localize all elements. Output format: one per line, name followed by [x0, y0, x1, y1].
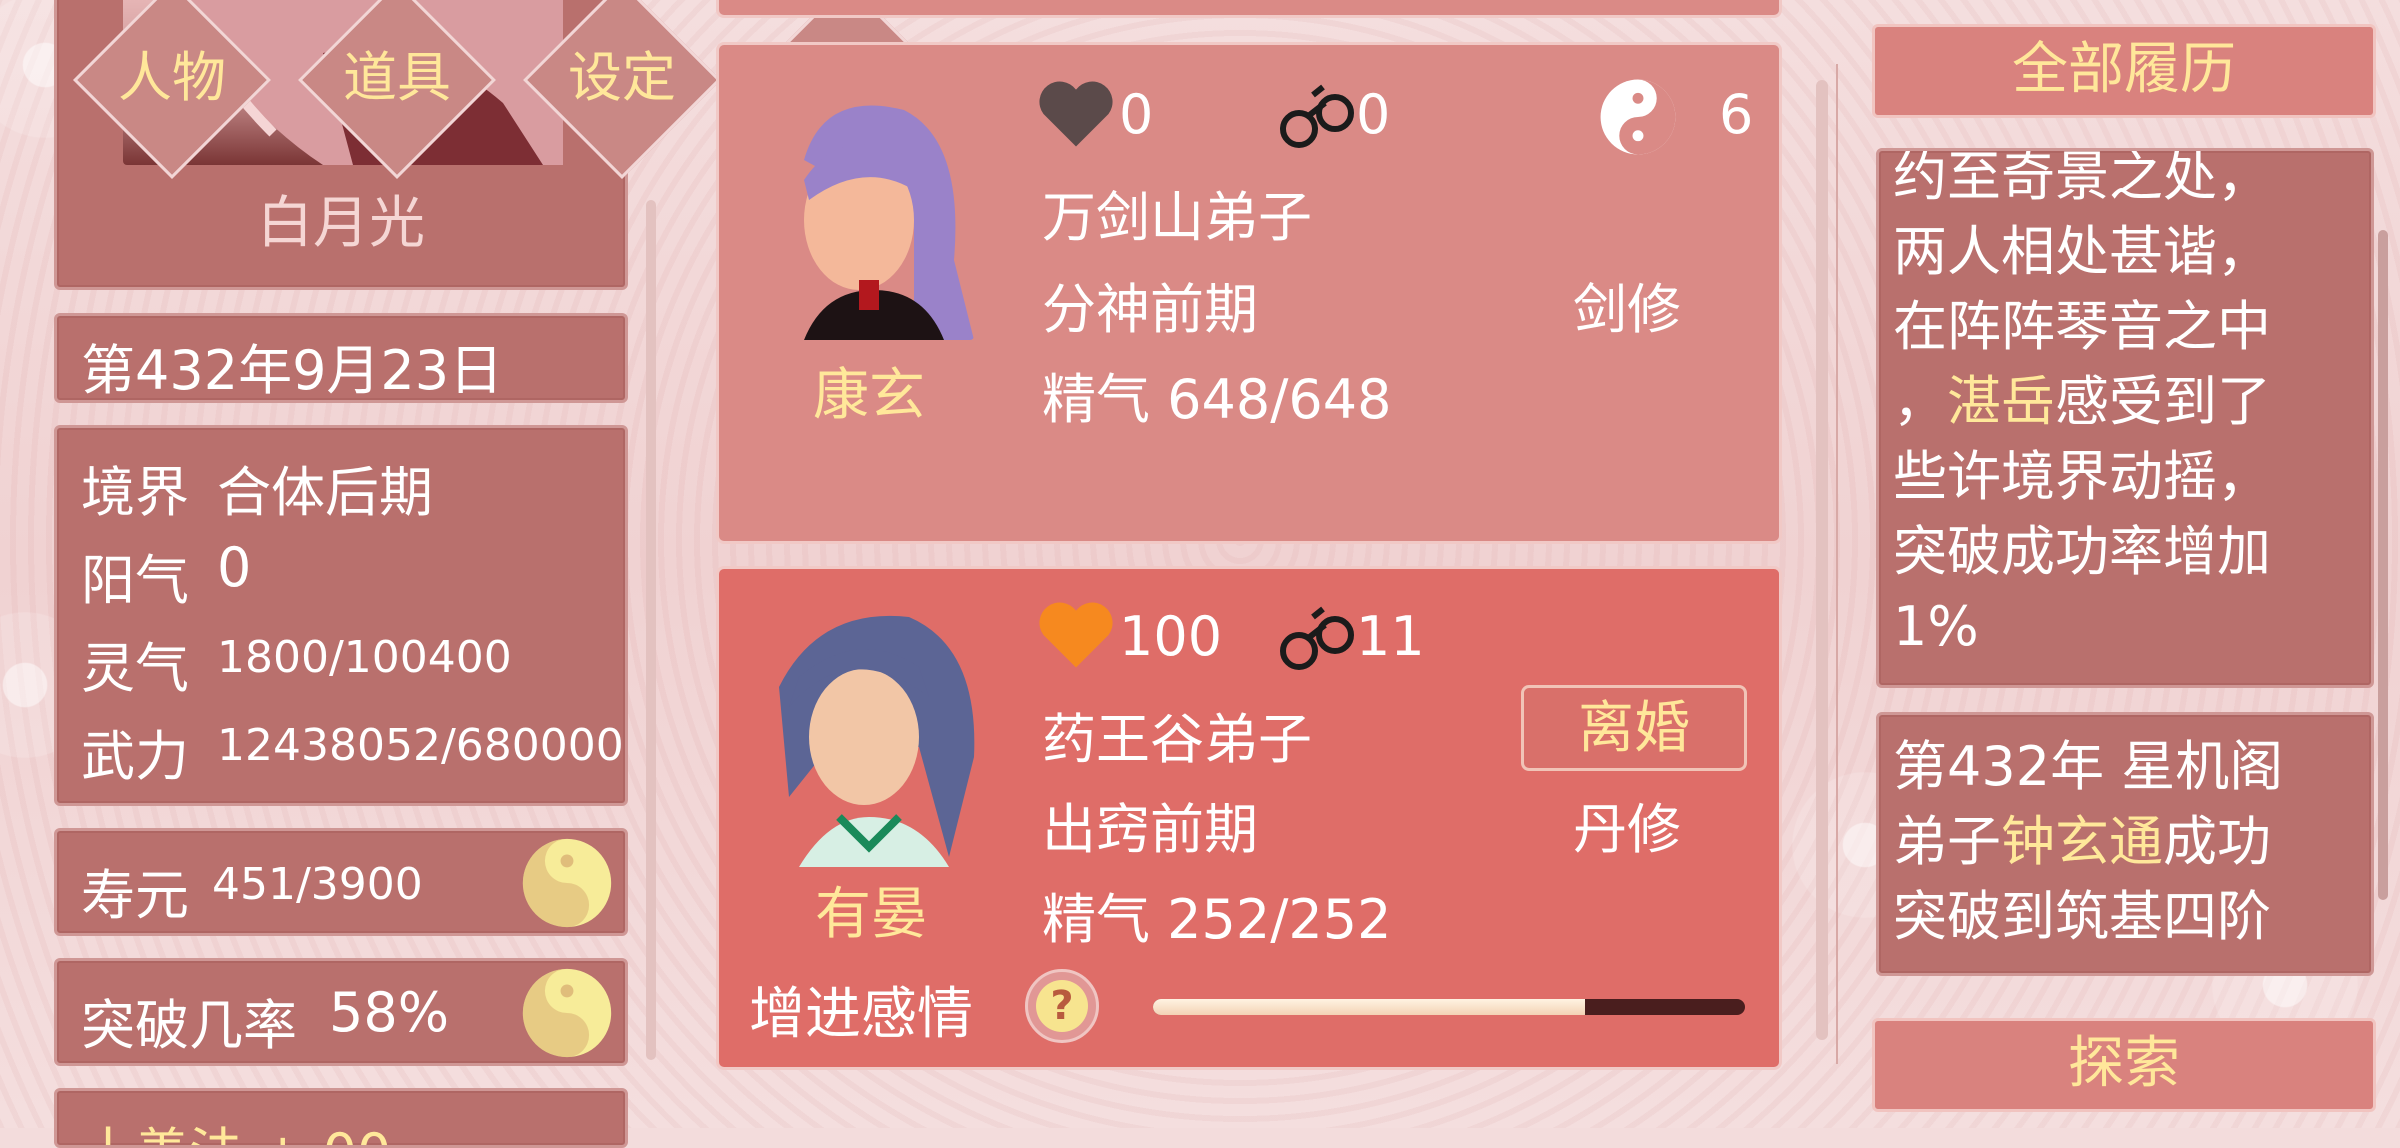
history-line: 在阵阵琴音之中	[1893, 289, 2271, 364]
qi-label: 灵气	[81, 637, 189, 700]
game-date: 第432年9月23日	[81, 339, 504, 402]
heart-icon	[1039, 81, 1113, 147]
bond-value: 11	[1356, 605, 1425, 668]
stats-panel: 境界 合体后期 阳气 0 灵气 1800/100400 武力 12438052/…	[54, 425, 628, 806]
companion-portrait	[759, 597, 984, 867]
handcuffs-icon	[1280, 84, 1354, 148]
companion-name: 有晏	[815, 882, 927, 947]
question-icon: ?	[1036, 980, 1088, 1032]
history-text: 约至奇景之处，	[1893, 148, 2271, 208]
realm-label: 境界	[81, 461, 189, 524]
yin-yang-icon[interactable]	[521, 967, 613, 1059]
history-entry: 约至奇景之处， 两人相处甚谐， 在阵阵琴音之中 ，湛岳感受到了 些许境界动摇， 突破成功率…	[1876, 148, 2374, 688]
help-button[interactable]: ?	[1025, 969, 1099, 1043]
breakthrough-label: 突破几率	[81, 994, 297, 1057]
history-line: 两人相处甚谐，	[1893, 214, 2271, 289]
player-name: 白月光	[257, 191, 425, 256]
yin-yang-value: 6	[1719, 83, 1754, 146]
history-text: 1%	[1893, 595, 1979, 658]
history-text: 些许境界动摇，	[1893, 445, 2271, 508]
yang-value: 0	[217, 536, 252, 599]
explore-button[interactable]: 探索	[1872, 1018, 2376, 1112]
history-entry: 第432年 星机阁 弟子钟玄通成功 突破到筑基四阶	[1876, 712, 2374, 976]
lifespan-label: 寿元	[81, 864, 189, 927]
qi-value: 1800/100400	[217, 632, 512, 683]
companion-vitality: 精气 252/252	[1042, 888, 1392, 951]
affection-value: 100	[1119, 605, 1223, 668]
history-text: 第432年 星机阁	[1893, 735, 2284, 798]
history-line: 突破到筑基四阶	[1893, 879, 2283, 954]
yin-yang-icon	[1600, 79, 1676, 155]
companion-class: 剑修	[1573, 278, 1681, 341]
yang-label: 阳气	[81, 549, 189, 612]
history-line: 约至奇景之处，	[1893, 148, 2271, 214]
power-value: 12438052/680000	[217, 720, 624, 771]
middle-scrollbar[interactable]	[1816, 80, 1828, 1040]
history-line: 1%	[1893, 589, 2271, 664]
breakthrough-panel[interactable]: 突破几率 58%	[54, 958, 628, 1066]
history-line: ，湛岳感受到了	[1893, 364, 2271, 439]
bond-value: 0	[1356, 83, 1391, 146]
affection-value: 0	[1119, 83, 1154, 146]
companion-card[interactable]: 有晏 100 11 离婚 药王谷弟子 出窍前期 丹修 精气 252/252 增进…	[716, 566, 1782, 1070]
companion-card[interactable]: 康玄 0 0 6 万剑山弟子 分神前期 剑修 精气 648/648	[716, 42, 1782, 544]
history-line: 弟子钟玄通成功	[1893, 804, 2283, 879]
companion-sect: 药王谷弟子	[1042, 708, 1312, 771]
companion-portrait	[764, 100, 974, 340]
history-text: 突破成功率增加	[1893, 520, 2271, 583]
history-text: 两人相处甚谐，	[1893, 220, 2271, 283]
realm-value: 合体后期	[217, 461, 433, 524]
progress-fill	[1153, 999, 1586, 1015]
nav-label: 设定	[568, 46, 676, 109]
power-label: 武力	[81, 725, 189, 788]
history-line: 第432年 星机阁	[1893, 729, 2283, 804]
breakthrough-value: 58%	[329, 981, 450, 1044]
history-text: 弟子	[1893, 810, 2001, 873]
card-partial-top	[716, 0, 1782, 18]
all-history-button[interactable]: 全部履历	[1872, 24, 2376, 118]
history-line: 些许境界动摇，	[1893, 439, 2271, 514]
lifespan-value: 451/3900	[212, 859, 423, 910]
companion-sect: 万剑山弟子	[1042, 186, 1312, 249]
affection-progress-bar[interactable]	[1153, 999, 1745, 1015]
history-text: 感受到了	[2055, 370, 2271, 433]
left-scrollbar[interactable]	[646, 200, 656, 1060]
divider	[1836, 64, 1838, 1064]
companion-class: 丹修	[1573, 798, 1681, 861]
improve-affection-label: 增进感情	[749, 982, 973, 1047]
history-text: 突破到筑基四阶	[1893, 885, 2271, 948]
divorce-button[interactable]: 离婚	[1521, 685, 1747, 771]
history-entry-text: 第432年 星机阁 弟子钟玄通成功 突破到筑基四阶	[1893, 729, 2283, 954]
history-entry-text: 约至奇景之处， 两人相处甚谐， 在阵阵琴音之中 ，湛岳感受到了 些许境界动摇， 突破成功率…	[1893, 148, 2271, 664]
companion-realm: 出窍前期	[1042, 798, 1258, 861]
companion-name: 康玄	[813, 363, 925, 428]
history-line: 突破成功率增加	[1893, 514, 2271, 589]
history-name-highlight: 湛岳	[1947, 370, 2055, 433]
right-scrollbar[interactable]	[2378, 230, 2388, 900]
history-text: 成功	[2163, 810, 2271, 873]
partial-panel[interactable]: 十善法 + 00	[54, 1088, 628, 1148]
history-text: ，	[1893, 370, 1947, 433]
companion-realm: 分神前期	[1042, 278, 1258, 341]
lifespan-panel[interactable]: 寿元 451/3900	[54, 828, 628, 936]
partial-label: 十善法 + 00	[81, 1109, 391, 1145]
nav-label: 道具	[343, 46, 451, 109]
history-text: 在阵阵琴音之中	[1893, 295, 2271, 358]
date-panel: 第432年9月23日	[54, 313, 628, 403]
heart-icon	[1039, 602, 1113, 668]
history-name-highlight: 钟玄通	[2001, 810, 2163, 873]
nav-label: 人物	[118, 46, 226, 109]
handcuffs-icon	[1280, 606, 1354, 670]
companion-vitality: 精气 648/648	[1042, 368, 1392, 431]
yin-yang-icon[interactable]	[521, 837, 613, 929]
